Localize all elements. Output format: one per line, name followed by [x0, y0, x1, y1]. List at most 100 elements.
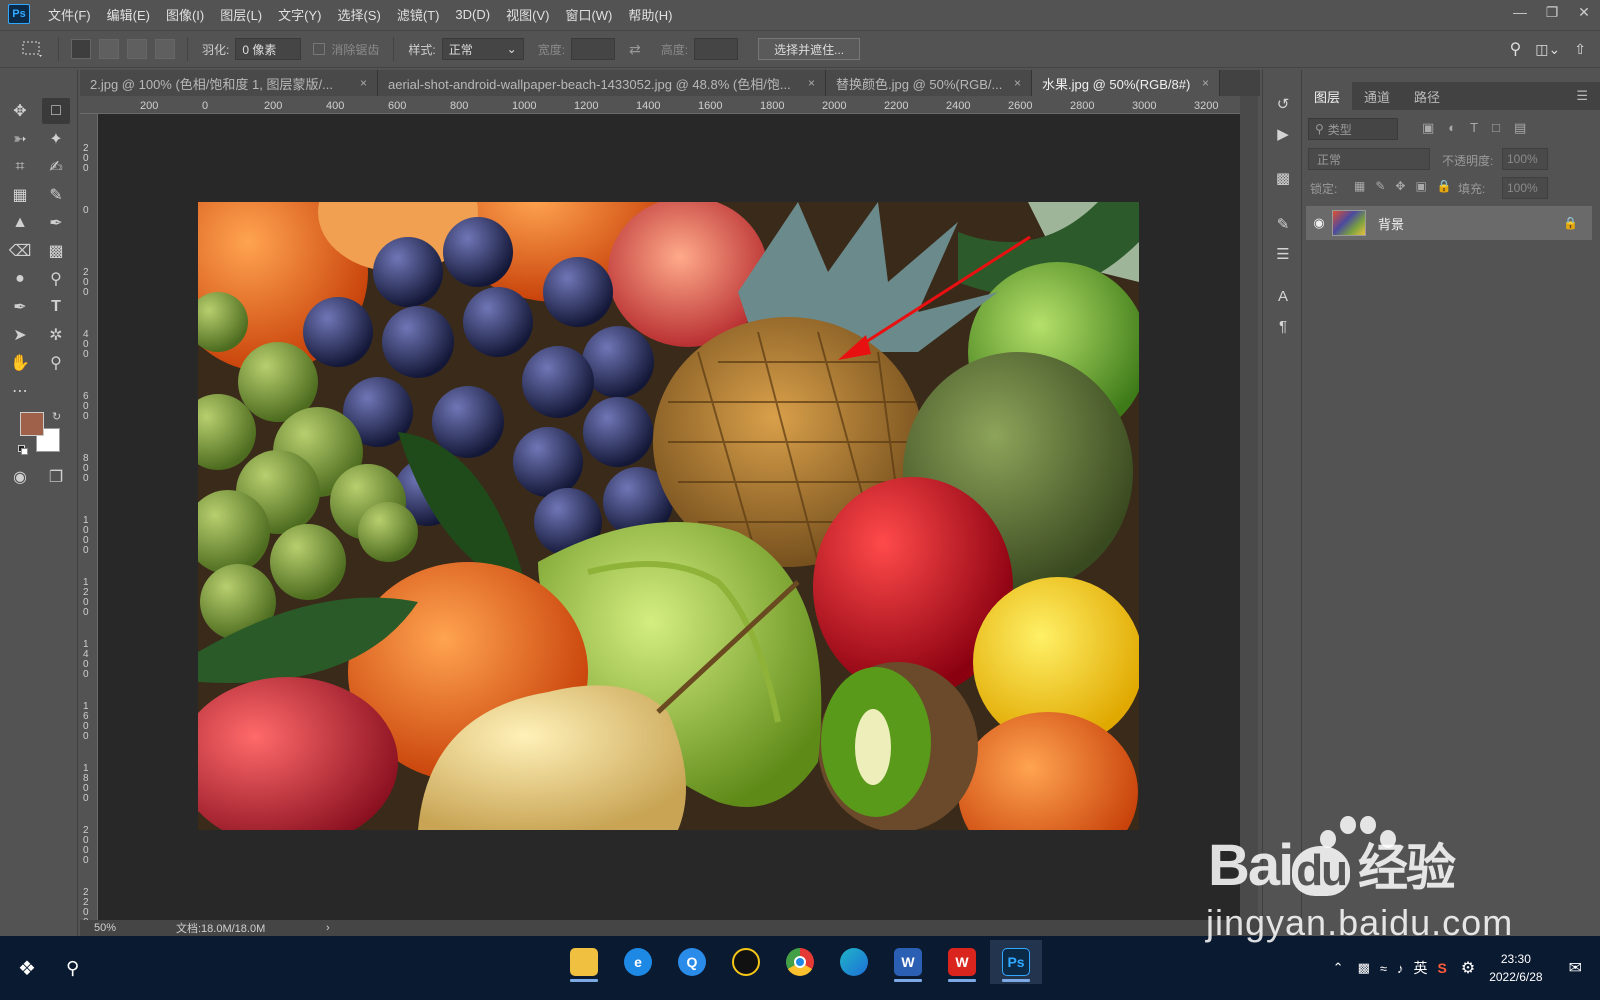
opacity-input[interactable]: 100%: [1502, 148, 1548, 170]
layer-filter-select[interactable]: ⚲ 类型: [1308, 118, 1398, 140]
eye-icon[interactable]: ◉: [1306, 215, 1332, 231]
pen-tool-icon[interactable]: ✒: [6, 294, 34, 320]
menu-image[interactable]: 图像(I): [166, 5, 204, 24]
horizontal-ruler[interactable]: 200 0 200 400 600 800 1000 1200 1400 160…: [80, 96, 1240, 114]
crop-tool-icon[interactable]: ⌗: [6, 154, 34, 180]
layer-row-background[interactable]: ◉ 背景 🔒: [1306, 206, 1592, 240]
lock-artboard-icon[interactable]: ▣: [1415, 179, 1426, 193]
menu-select[interactable]: 选择(S): [337, 5, 380, 24]
menu-type[interactable]: 文字(Y): [278, 5, 321, 24]
taskbar-edge[interactable]: [828, 940, 880, 984]
battery-icon[interactable]: ▩: [1358, 960, 1370, 976]
notification-icon[interactable]: ✉: [1569, 958, 1582, 978]
swap-colors-icon[interactable]: ↻: [52, 410, 61, 423]
lock-position-icon[interactable]: ✥: [1395, 179, 1405, 193]
quick-mask-icon[interactable]: ◉: [6, 464, 34, 490]
status-menu-arrow[interactable]: ›: [320, 922, 330, 934]
panel-menu-icon[interactable]: ☰: [1564, 82, 1600, 110]
settings-gear-icon[interactable]: ⚙: [1461, 958, 1475, 978]
search-icon[interactable]: ⚲: [66, 958, 79, 979]
actions-panel-icon[interactable]: ▶: [1271, 122, 1295, 146]
menu-view[interactable]: 视图(V): [506, 5, 549, 24]
tab-fruit[interactable]: 水果.jpg @ 50%(RGB/8#) ×: [1032, 70, 1220, 96]
eraser-tool-icon[interactable]: ⌫: [6, 238, 34, 264]
taskbar-wps[interactable]: W: [936, 940, 988, 984]
minimize-icon[interactable]: —: [1504, 0, 1536, 24]
lock-transparent-icon[interactable]: ▦: [1354, 179, 1365, 193]
menu-file[interactable]: 文件(F): [48, 5, 91, 24]
menu-edit[interactable]: 编辑(E): [107, 5, 150, 24]
marquee-tool-icon[interactable]: □: [42, 98, 70, 124]
fill-input[interactable]: 100%: [1502, 177, 1548, 199]
close-icon[interactable]: ×: [808, 76, 815, 90]
adjustments-icon[interactable]: ☰: [1271, 242, 1295, 266]
share-icon[interactable]: ⇧: [1574, 41, 1586, 58]
frame-tool-icon[interactable]: ▦: [6, 182, 34, 208]
lock-pixels-icon[interactable]: ✎: [1375, 179, 1385, 193]
workspace-icon[interactable]: ◫⌄: [1535, 41, 1560, 58]
shape-tool-icon[interactable]: ✲: [42, 322, 70, 348]
history-panel-icon[interactable]: ↺: [1271, 92, 1295, 116]
tab-paths[interactable]: 路径: [1402, 82, 1452, 110]
paragraph-panel-icon[interactable]: ¶: [1271, 314, 1295, 338]
tab-2jpg[interactable]: 2.jpg @ 100% (色相/饱和度 1, 图层蒙版/... ×: [80, 70, 378, 96]
vertical-ruler[interactable]: 200 0 200 400 600 800 1000 1200 1400 160…: [80, 114, 98, 920]
magic-wand-tool-icon[interactable]: ✦: [42, 126, 70, 152]
clock[interactable]: 23:30 2022/6/28: [1489, 950, 1542, 986]
brush-settings-icon[interactable]: ✎: [1271, 212, 1295, 236]
intersect-selection-icon[interactable]: [155, 39, 175, 59]
menu-window[interactable]: 窗口(W): [565, 5, 612, 24]
taskbar-qq-browser[interactable]: Q: [666, 940, 718, 984]
path-select-tool-icon[interactable]: ➤: [6, 322, 34, 348]
image-filter-icon[interactable]: ▣: [1422, 120, 1434, 136]
more-tools-icon[interactable]: ⋯: [6, 378, 34, 404]
antialias-checkbox[interactable]: [313, 43, 326, 55]
gradient-tool-icon[interactable]: ▩: [42, 238, 70, 264]
close-icon[interactable]: ✕: [1568, 0, 1600, 24]
taskbar-photoshop[interactable]: Ps: [990, 940, 1042, 984]
smart-object-filter-icon[interactable]: ▤: [1514, 120, 1526, 136]
dodge-tool-icon[interactable]: ⚲: [42, 266, 70, 292]
history-brush-tool-icon[interactable]: ✒: [42, 210, 70, 236]
brush-tool-icon[interactable]: ✎: [42, 182, 70, 208]
menu-layer[interactable]: 图层(L): [220, 5, 262, 24]
taskbar-qq[interactable]: [720, 940, 772, 984]
menu-filter[interactable]: 滤镜(T): [397, 5, 440, 24]
select-and-mask-button[interactable]: 选择并遮住...: [758, 38, 861, 60]
tray-chevron-icon[interactable]: ⌃: [1333, 960, 1344, 976]
restore-icon[interactable]: ❐: [1536, 0, 1568, 24]
shape-filter-icon[interactable]: □: [1492, 120, 1500, 136]
tab-channels[interactable]: 通道: [1352, 82, 1402, 110]
zoom-tool-icon[interactable]: ⚲: [42, 350, 70, 376]
default-colors-icon[interactable]: [18, 445, 28, 455]
tab-aerial-shot[interactable]: aerial-shot-android-wallpaper-beach-1433…: [378, 70, 826, 96]
adjustment-filter-icon[interactable]: ◐: [1448, 120, 1456, 136]
marquee-preset-icon[interactable]: [14, 36, 50, 62]
height-input[interactable]: [694, 38, 739, 60]
close-icon[interactable]: ×: [1014, 76, 1021, 90]
new-selection-icon[interactable]: [71, 39, 91, 59]
tab-replace-color[interactable]: 替换颜色.jpg @ 50%(RGB/... ×: [826, 70, 1032, 96]
volume-icon[interactable]: ♪: [1397, 961, 1404, 976]
foreground-color-swatch[interactable]: [20, 412, 44, 436]
vertical-scrollbar[interactable]: [1240, 96, 1258, 920]
menu-help[interactable]: 帮助(H): [628, 5, 672, 24]
style-select[interactable]: 正常 ⌄: [441, 38, 524, 60]
add-selection-icon[interactable]: [99, 39, 119, 59]
menu-3d[interactable]: 3D(D): [455, 7, 490, 22]
sogou-icon[interactable]: S: [1438, 960, 1447, 976]
character-panel-icon[interactable]: A: [1271, 284, 1295, 308]
zoom-level[interactable]: 50%: [80, 922, 130, 934]
taskbar-ie[interactable]: e: [612, 940, 664, 984]
windows-start-icon[interactable]: ❖: [18, 956, 36, 981]
taskbar-chrome[interactable]: [774, 940, 826, 984]
ime-indicator[interactable]: 英: [1414, 958, 1428, 978]
width-input[interactable]: [571, 38, 616, 60]
subtract-selection-icon[interactable]: [127, 39, 147, 59]
blur-tool-icon[interactable]: ●: [6, 266, 34, 292]
eyedropper-tool-icon[interactable]: ✍: [42, 154, 70, 180]
taskbar-word[interactable]: W: [882, 940, 934, 984]
swap-icon[interactable]: ⇄: [629, 41, 641, 58]
type-tool-icon[interactable]: T: [42, 294, 70, 320]
feather-input[interactable]: 0 像素: [235, 38, 302, 60]
